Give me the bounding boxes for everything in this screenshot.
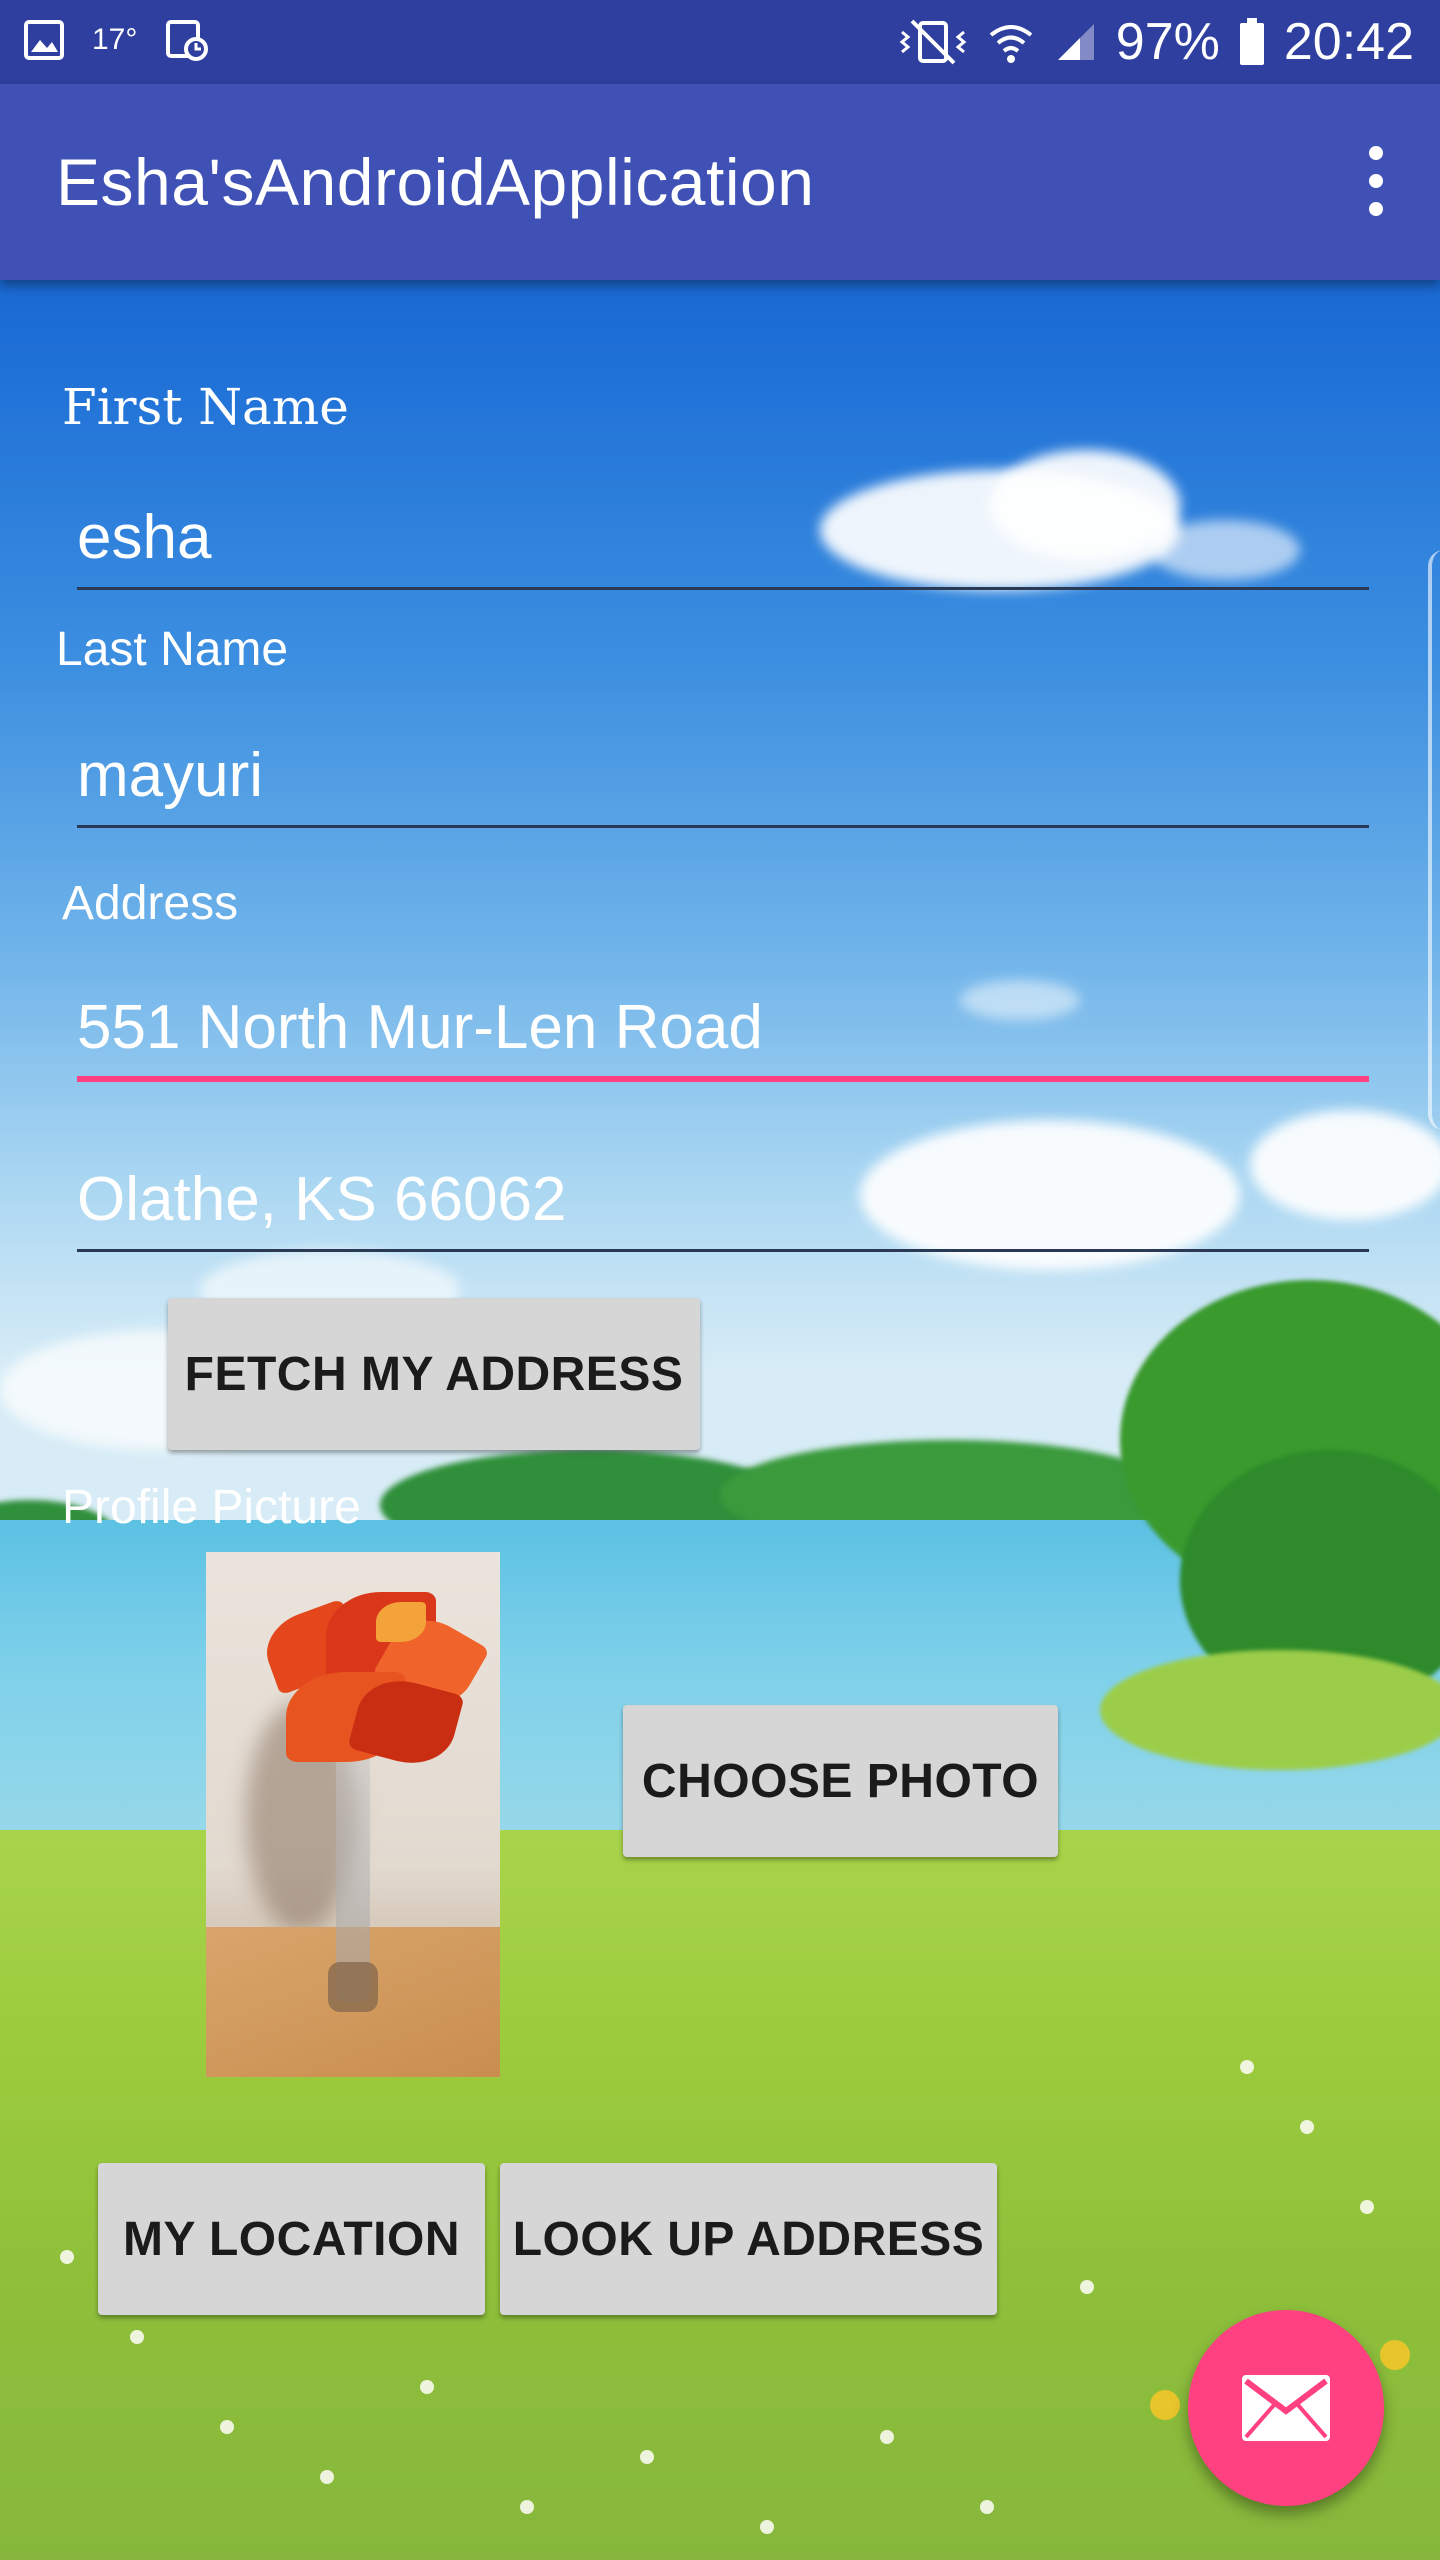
my-location-button[interactable]: MY LOCATION	[98, 2163, 485, 2315]
calendar-clock-icon	[166, 20, 209, 61]
flower	[320, 2470, 334, 2484]
address-line2-field[interactable]	[77, 1154, 1369, 1252]
flower	[760, 2520, 774, 2534]
first-name-field[interactable]	[77, 492, 1369, 590]
flower	[520, 2500, 534, 2514]
status-bar: 17° 97% 20:42	[0, 0, 1440, 84]
flower	[130, 2330, 144, 2344]
photo-vase-base	[328, 1962, 378, 2012]
flower	[1240, 2060, 1254, 2074]
flower	[1080, 2280, 1094, 2294]
overflow-menu-icon[interactable]	[1356, 146, 1396, 216]
flower	[1360, 2200, 1374, 2214]
email-fab-button[interactable]	[1188, 2310, 1384, 2506]
gallery-icon	[24, 20, 64, 60]
flower	[220, 2420, 234, 2434]
wifi-icon	[989, 25, 1033, 63]
profile-photo	[206, 1552, 500, 2077]
first-name-input[interactable]	[77, 492, 1369, 582]
email-icon	[1242, 2375, 1330, 2441]
address-line2-underline	[77, 1249, 1369, 1252]
clock-text: 20:42	[1283, 13, 1414, 71]
profile-picture-label: Profile Picture	[62, 1481, 361, 1534]
last-name-underline	[77, 825, 1369, 828]
vibrate-icon	[899, 19, 967, 65]
first-name-label: First Name	[62, 378, 349, 436]
app-bar: Esha'sAndroidApplication	[0, 84, 1440, 280]
temperature-text: 17°	[92, 23, 138, 56]
flower	[420, 2380, 434, 2394]
first-name-underline	[77, 587, 1369, 590]
flower	[640, 2450, 654, 2464]
last-name-input[interactable]	[77, 730, 1369, 820]
address-line1-underline	[77, 1076, 1369, 1082]
flower	[1150, 2390, 1180, 2420]
app-title: Esha'sAndroidApplication	[56, 145, 815, 219]
flower	[1300, 2120, 1314, 2134]
battery-percent-text: 97%	[1115, 13, 1220, 71]
grass-bank	[1100, 1650, 1440, 1770]
flower	[1380, 2340, 1410, 2370]
flower	[60, 2250, 74, 2264]
address-label: Address	[62, 877, 239, 930]
last-name-label: Last Name	[56, 623, 289, 676]
signal-icon	[1057, 24, 1094, 60]
edge-scroll-indicator	[1428, 550, 1440, 1130]
choose-photo-button[interactable]: CHOOSE PHOTO	[623, 1705, 1058, 1857]
photo-leaf	[376, 1602, 426, 1642]
address-line1-field[interactable]	[77, 982, 1369, 1082]
address-line2-input[interactable]	[77, 1154, 1369, 1244]
flower	[880, 2430, 894, 2444]
address-line1-input[interactable]	[77, 982, 1369, 1072]
flower	[980, 2500, 994, 2514]
look-up-address-button[interactable]: LOOK UP ADDRESS	[500, 2163, 997, 2315]
last-name-field[interactable]	[77, 730, 1369, 828]
battery-icon	[1239, 18, 1264, 65]
fetch-my-address-button[interactable]: FETCH MY ADDRESS	[168, 1298, 700, 1450]
